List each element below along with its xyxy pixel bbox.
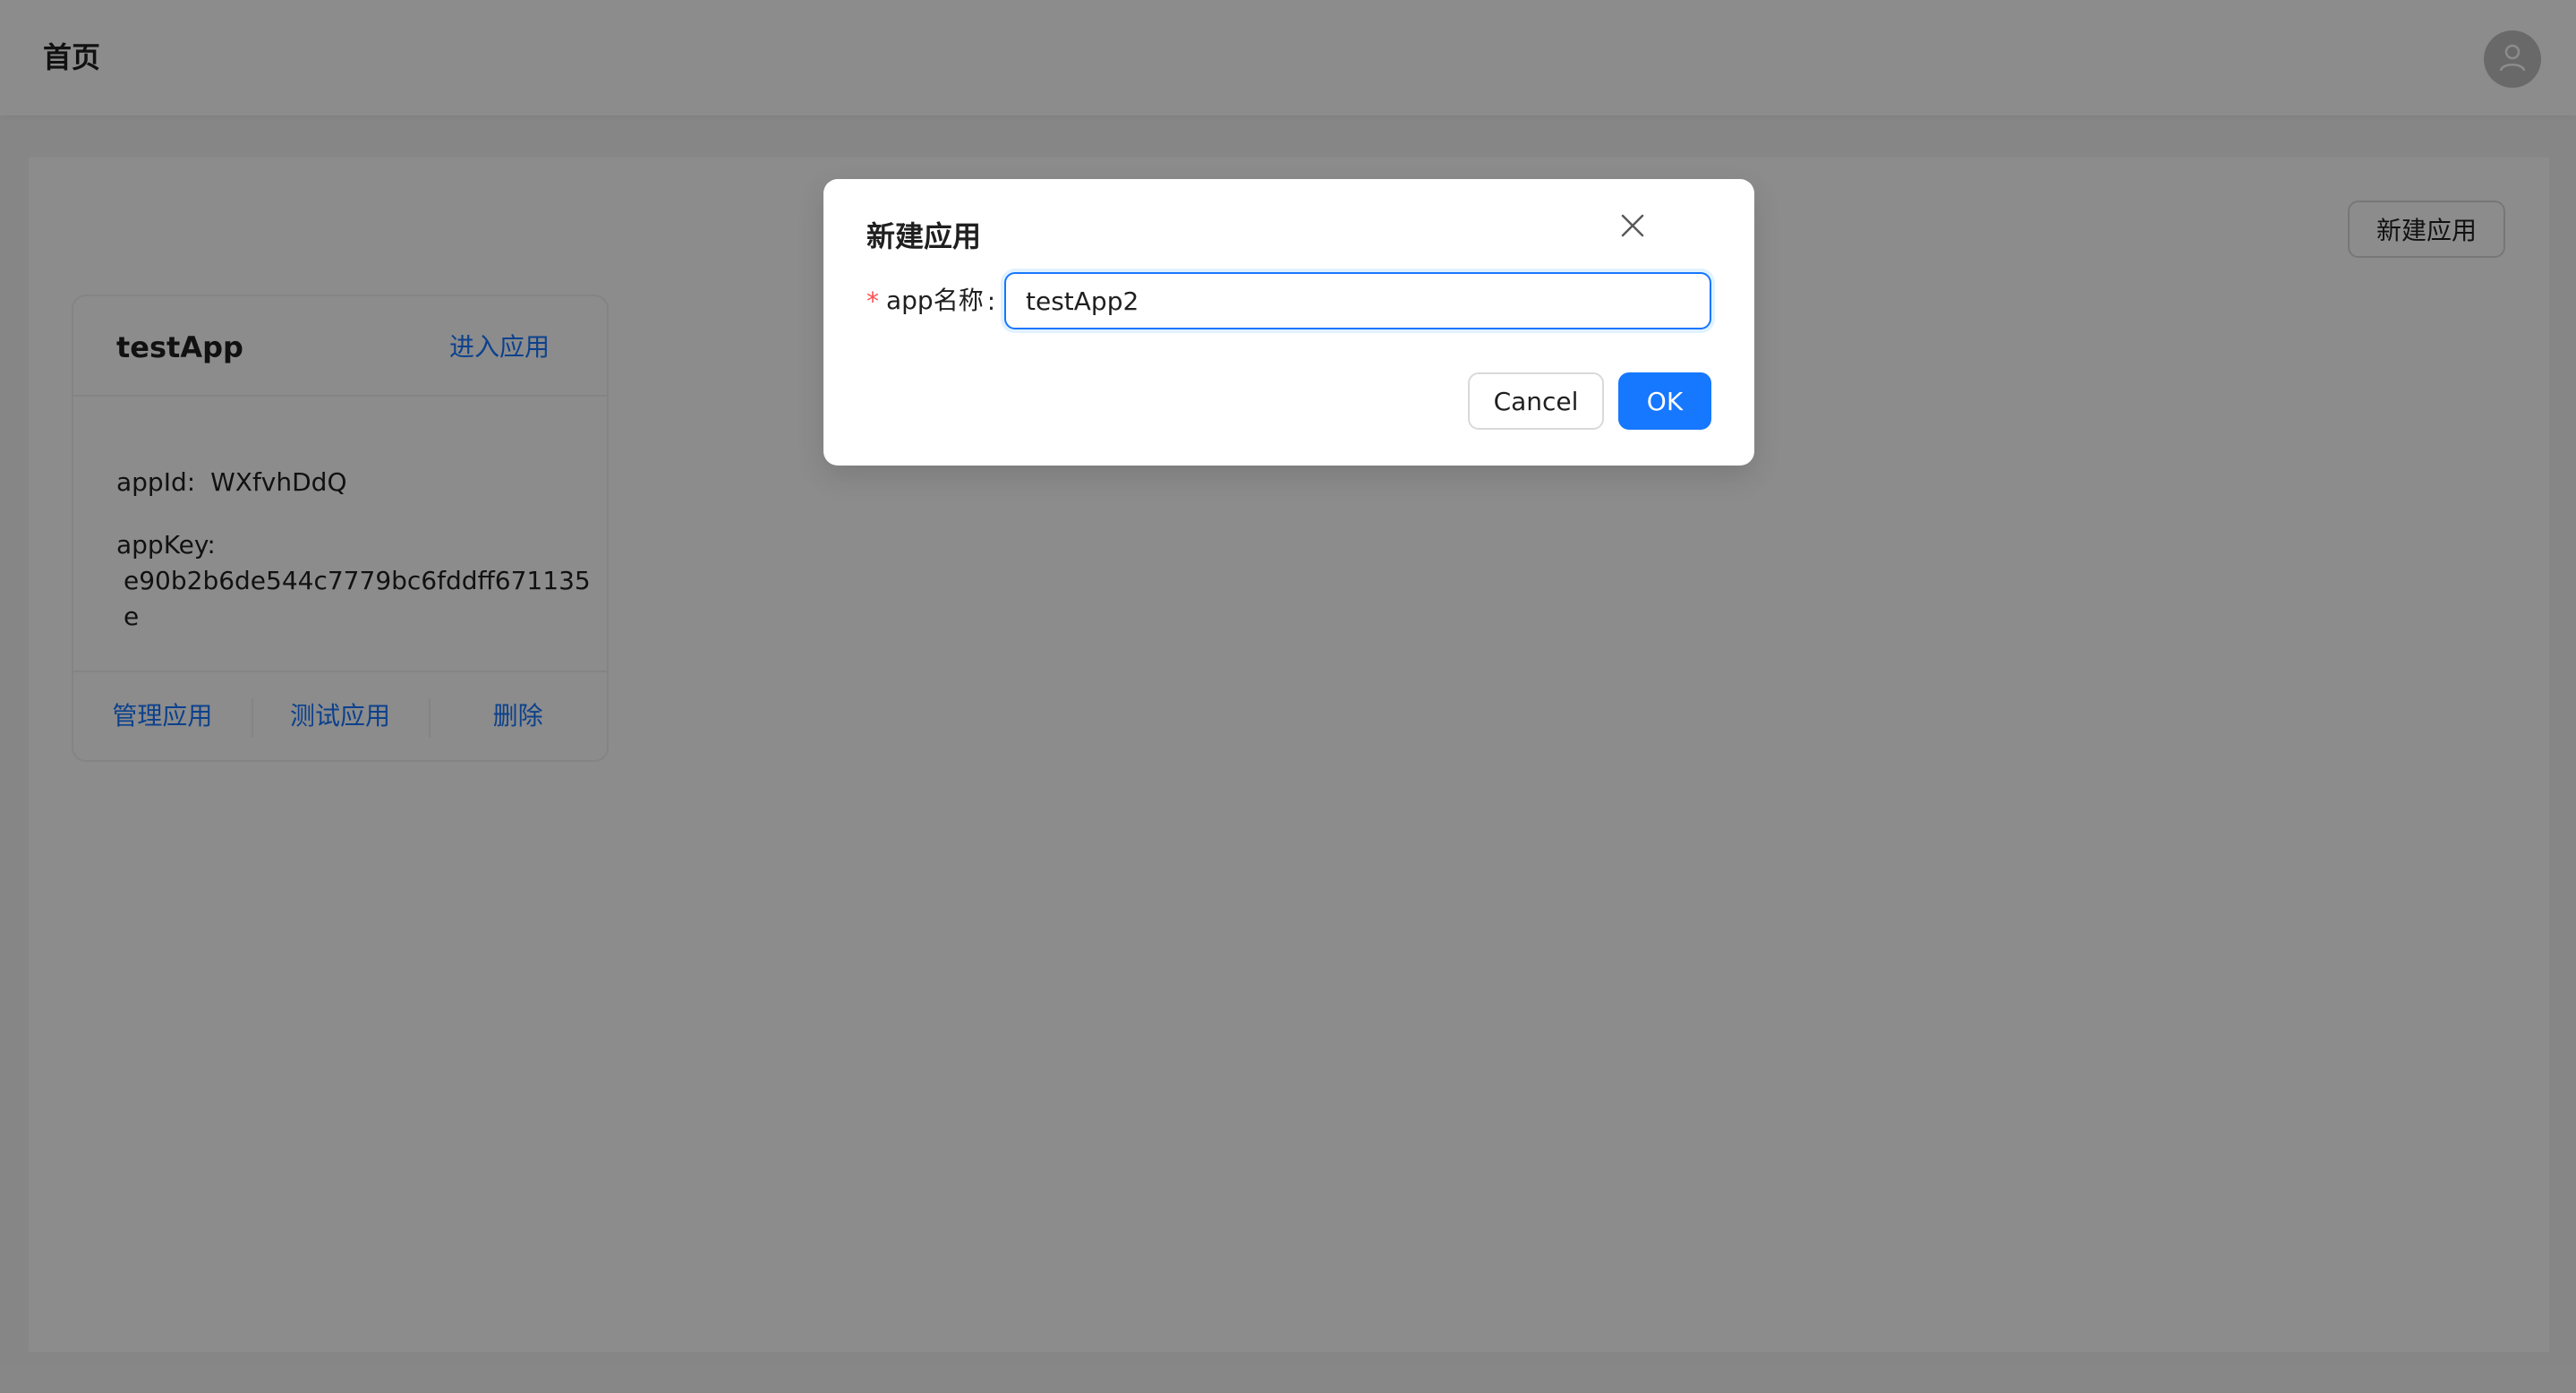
app-name-label: app名称 [886,286,984,315]
app-name-input[interactable] [1004,272,1711,329]
ok-button[interactable]: OK [1618,372,1711,430]
cancel-button[interactable]: Cancel [1468,372,1604,430]
modal-title: 新建应用 [866,219,982,253]
close-icon [1619,212,1646,243]
page: 首页 新建应用 testApp 进入应用 appId: WXfvhDdQ app… [0,0,2576,1393]
app-name-form-item: * app名称 : [866,272,995,329]
required-mark: * [866,286,879,316]
close-button[interactable] [1611,206,1654,249]
new-app-modal: 新建应用 * app名称 : Cancel OK [823,179,1754,466]
label-colon: : [986,286,996,316]
